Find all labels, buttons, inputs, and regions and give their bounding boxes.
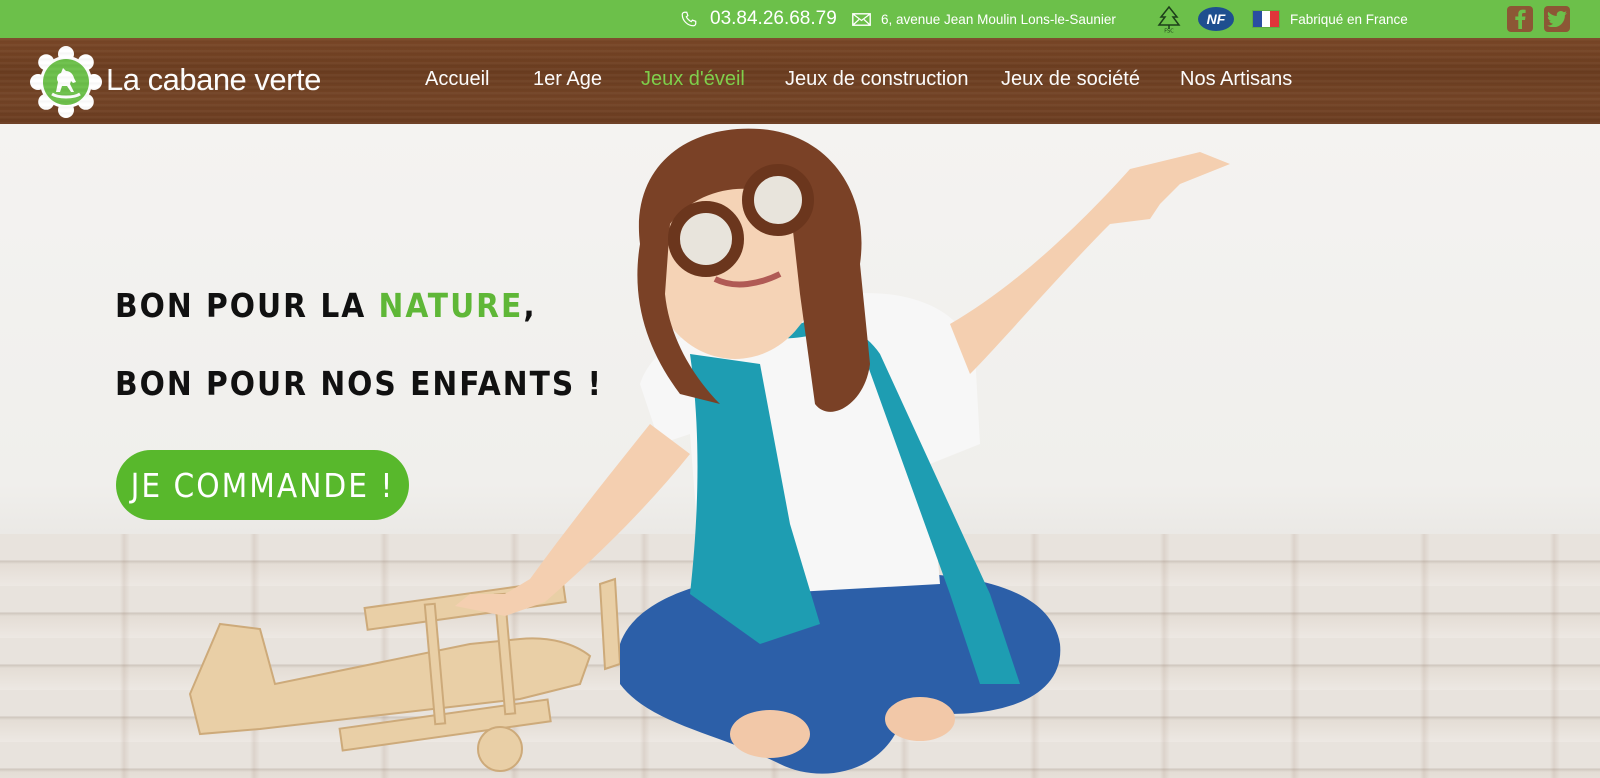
tagline-highlight-nature: NATURE <box>378 286 524 325</box>
nav-jeux-societe[interactable]: Jeux de société <box>1001 68 1140 91</box>
child-right-arm <box>950 152 1230 374</box>
tagline-line-2: BON POUR NOS ENFANTS ! <box>115 364 604 403</box>
facebook-button[interactable] <box>1507 6 1533 32</box>
twitter-icon <box>1547 11 1567 27</box>
nav-accueil[interactable]: Accueil <box>425 68 489 91</box>
order-now-button[interactable]: JE COMMANDE ! <box>116 450 409 520</box>
phone-number[interactable]: 03.84.26.68.79 <box>710 8 837 30</box>
address-text: 6, avenue Jean Moulin Lons-le-Saunier <box>881 11 1116 27</box>
svg-text:FSC: FSC <box>1164 29 1174 34</box>
tagline-line-1: BON POUR LA NATURE, <box>115 286 537 325</box>
hero-banner: BON POUR LA NATURE, BON POUR NOS ENFANTS… <box>0 124 1600 778</box>
child-left-arm <box>455 424 690 616</box>
logo-flower-horse-icon[interactable] <box>30 46 102 118</box>
phone-contact[interactable]: 03.84.26.68.79 <box>680 0 837 38</box>
nf-label-badge: NF <box>1197 0 1235 38</box>
tagline-comma: , <box>523 286 537 325</box>
made-in-france: Fabriqué en France <box>1252 0 1408 38</box>
fsc-label-badge: FSC <box>1156 0 1182 38</box>
nav-jeux-eveil[interactable]: Jeux d'éveil <box>641 68 745 91</box>
nav-nos-artisans[interactable]: Nos Artisans <box>1180 68 1292 91</box>
nav-jeux-construction[interactable]: Jeux de construction <box>785 68 968 91</box>
phone-icon <box>681 11 697 27</box>
mail-icon <box>852 12 871 26</box>
tagline-prefix: BON POUR LA <box>115 286 379 325</box>
svg-text:NF: NF <box>1207 11 1226 27</box>
wooden-airplane-toy <box>188 577 622 772</box>
nav-1er-age[interactable]: 1er Age <box>533 68 602 91</box>
main-header: La cabane verte Accueil 1er Age Jeux d'é… <box>0 38 1600 124</box>
facebook-icon <box>1515 9 1526 29</box>
top-info-bar: 03.84.26.68.79 6, avenue Jean Moulin Lon… <box>0 0 1600 38</box>
made-in-france-text: Fabriqué en France <box>1290 11 1408 27</box>
twitter-button[interactable] <box>1544 6 1570 32</box>
brand-name[interactable]: La cabane verte <box>106 62 321 98</box>
fsc-tree-icon: FSC <box>1157 5 1181 34</box>
france-flag-icon <box>1252 10 1280 28</box>
address-contact: 6, avenue Jean Moulin Lons-le-Saunier <box>852 0 1116 38</box>
nf-logo-icon: NF <box>1198 7 1234 31</box>
